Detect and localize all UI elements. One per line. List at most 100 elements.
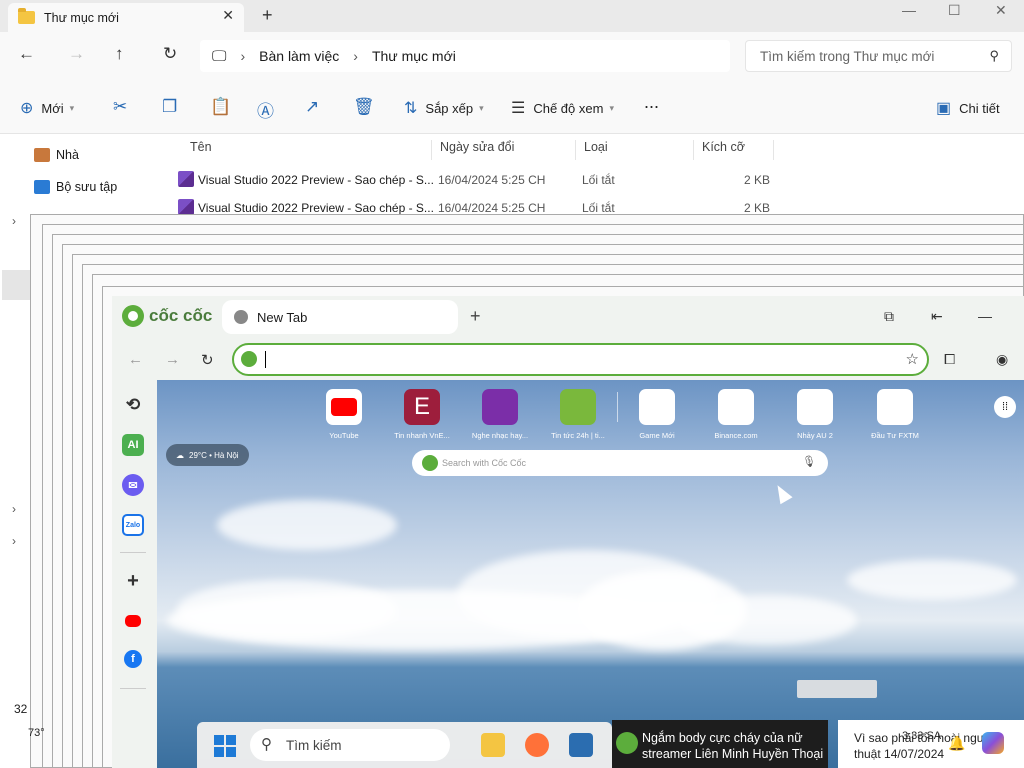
more-button[interactable]: ... bbox=[644, 92, 659, 113]
forward-icon[interactable]: → bbox=[68, 44, 85, 64]
profile-icon[interactable]: ◉ bbox=[996, 351, 1008, 368]
divider bbox=[120, 552, 146, 553]
chevron-right-icon[interactable]: › bbox=[12, 502, 16, 516]
extensions-icon[interactable]: ⧠ bbox=[944, 351, 955, 368]
ai-icon[interactable]: AI bbox=[122, 434, 144, 456]
taskbar: 73° ⚲ Tìm kiếm Ngắm body cực cháy của nữ… bbox=[0, 720, 1024, 768]
weather-widget[interactable]: ☁ 29°C • Hà Nội bbox=[166, 444, 249, 466]
text-cursor bbox=[265, 351, 266, 368]
minimize-icon[interactable]: — bbox=[902, 2, 916, 18]
speed-dial-game[interactable]: Game Mới bbox=[622, 389, 692, 440]
sort-button[interactable]: ⇅ Sắp xếp ▾ bbox=[404, 98, 484, 118]
address-bar[interactable]: ☆ bbox=[232, 343, 929, 376]
speed-dial-fxtm[interactable]: Đầu Tư FXTM bbox=[860, 389, 930, 440]
speed-dial-vnexpress[interactable]: E Tin nhanh VnE... bbox=[387, 389, 457, 440]
refresh-icon[interactable]: ↻ bbox=[163, 44, 177, 64]
sidebar-selected-item[interactable] bbox=[2, 270, 30, 300]
chevron-right-icon[interactable]: › bbox=[12, 534, 16, 548]
apps-grid-icon[interactable]: ⁞⁞ bbox=[994, 396, 1016, 418]
messenger-icon[interactable]: ✉ bbox=[122, 474, 144, 496]
broken-image-icon bbox=[877, 389, 913, 425]
sidebar-item-home[interactable]: Nhà bbox=[34, 148, 79, 162]
explorer-search-input[interactable]: Tìm kiếm trong Thư mục mới ⚲ bbox=[745, 40, 1012, 72]
taskbar-search[interactable]: ⚲ Tìm kiếm bbox=[250, 729, 450, 761]
paste-icon[interactable]: 📋 bbox=[210, 97, 231, 117]
visual-studio-icon bbox=[178, 199, 194, 215]
windows-start-icon[interactable] bbox=[214, 735, 236, 757]
column-size[interactable]: Kích cỡ bbox=[694, 140, 774, 160]
breadcrumb[interactable]: 🖵 › Bàn làm việc › Thư mục mới bbox=[200, 40, 730, 72]
cut-icon[interactable]: ✂ bbox=[113, 97, 127, 117]
speed-dial-binance[interactable]: Binance.com bbox=[701, 389, 771, 440]
divider bbox=[120, 688, 146, 689]
notification-bell-icon[interactable]: 🔔 bbox=[948, 735, 965, 751]
table-row[interactable]: Visual Studio 2022 Preview - Sao chép - … bbox=[176, 167, 796, 193]
column-headers: Tên Ngày sửa đổi Loại Kích cỡ bbox=[176, 134, 796, 160]
details-button[interactable]: ▣ Chi tiết bbox=[936, 98, 1000, 118]
broken-image-icon bbox=[797, 389, 833, 425]
explorer-tab-bar: Thư mục mới ✕ + — ☐ ✕ bbox=[0, 0, 1024, 32]
column-date[interactable]: Ngày sửa đổi bbox=[432, 140, 576, 160]
news-notification[interactable]: Ngắm body cực cháy của nữ streamer Liên … bbox=[612, 720, 828, 768]
sidebar-item-gallery[interactable]: Bộ sưu tập bbox=[34, 180, 117, 194]
new-tab-icon[interactable]: + bbox=[470, 306, 481, 327]
bookmark-star-icon[interactable]: ☆ bbox=[906, 350, 919, 368]
coccoc-search-icon bbox=[422, 455, 438, 471]
clock[interactable]: 3:33 SA bbox=[902, 728, 941, 744]
plus-circle-icon: ⊕ bbox=[20, 100, 34, 117]
news-24h-icon bbox=[560, 389, 596, 425]
add-icon[interactable]: + bbox=[122, 570, 144, 592]
facebook-icon[interactable]: f bbox=[124, 650, 142, 668]
vnexpress-icon: E bbox=[404, 389, 440, 425]
forward-icon[interactable]: → bbox=[165, 351, 180, 368]
system-tray[interactable]: Vì sao phải tổn hoài ngư thuật 14/07/202… bbox=[838, 720, 1024, 768]
back-icon[interactable]: ← bbox=[128, 351, 143, 368]
new-button[interactable]: ⊕ Mới ▾ bbox=[20, 98, 74, 118]
browser-tab[interactable]: New Tab bbox=[222, 300, 458, 334]
youtube-icon bbox=[326, 389, 362, 425]
up-icon[interactable]: ↑ bbox=[115, 44, 124, 64]
app-taskbar-icon[interactable] bbox=[569, 733, 593, 757]
microphone-icon[interactable]: 🎙 bbox=[802, 455, 816, 468]
explorer-tab[interactable]: Thư mục mới ✕ bbox=[8, 3, 244, 32]
sidebar-toggle-icon[interactable]: ⇤ bbox=[931, 308, 943, 325]
cast-icon[interactable]: ⧉ bbox=[884, 308, 894, 325]
copilot-icon[interactable] bbox=[982, 732, 1004, 754]
close-window-icon[interactable]: ✕ bbox=[995, 2, 1007, 19]
boat-image bbox=[797, 680, 877, 698]
share-icon[interactable]: ↗ bbox=[305, 97, 319, 117]
chevron-right-icon[interactable]: › bbox=[12, 214, 16, 228]
delete-icon[interactable]: 🗑 bbox=[353, 97, 375, 117]
speed-dial-au2[interactable]: Nhảy AU 2 bbox=[780, 389, 850, 440]
speed-dial-youtube[interactable]: YouTube bbox=[309, 389, 379, 440]
coccoc-search-input[interactable]: Search with Cốc Cốc 🎙 bbox=[412, 450, 828, 476]
broken-image-icon bbox=[639, 389, 675, 425]
history-icon[interactable]: ⟲ bbox=[122, 394, 144, 416]
speed-dial-music[interactable]: Nghe nhạc hay... bbox=[465, 389, 535, 440]
copy-icon[interactable]: ❐ bbox=[162, 97, 177, 117]
reload-icon[interactable]: ↻ bbox=[201, 351, 214, 369]
cloud bbox=[677, 595, 857, 645]
breadcrumb-desktop[interactable]: Bàn làm việc bbox=[259, 48, 339, 64]
breadcrumb-folder[interactable]: Thư mục mới bbox=[372, 48, 456, 64]
close-tab-icon[interactable]: ✕ bbox=[222, 7, 234, 24]
folder-icon bbox=[18, 8, 35, 24]
maximize-icon[interactable]: ☐ bbox=[948, 2, 961, 19]
firefox-icon[interactable] bbox=[525, 733, 549, 757]
new-tab-icon[interactable]: + bbox=[262, 5, 273, 26]
file-explorer-taskbar-icon[interactable] bbox=[481, 733, 505, 757]
coccoc-logo[interactable]: cốc cốc bbox=[122, 305, 212, 327]
coccoc-browser-window: cốc cốc New Tab + ⧉ ⇤ — ← → ↻ ☆ ⧠ ◉ ⟲ AI… bbox=[112, 296, 1024, 768]
broken-image-icon bbox=[718, 389, 754, 425]
rename-icon[interactable]: Ⓐ bbox=[257, 97, 274, 122]
zalo-icon[interactable]: Zalo bbox=[122, 514, 144, 536]
youtube-icon[interactable] bbox=[125, 615, 141, 627]
column-type[interactable]: Loại bbox=[576, 140, 694, 160]
back-icon[interactable]: ← bbox=[18, 44, 35, 64]
column-name[interactable]: Tên bbox=[182, 140, 432, 160]
speed-dial-24h[interactable]: Tin tức 24h | ti... bbox=[543, 389, 613, 440]
view-button[interactable]: ☰ Chế độ xem ▾ bbox=[511, 98, 614, 118]
minimize-icon[interactable]: — bbox=[978, 308, 992, 324]
coccoc-logo-icon bbox=[122, 305, 144, 327]
taskbar-weather[interactable]: 73° bbox=[28, 727, 45, 739]
